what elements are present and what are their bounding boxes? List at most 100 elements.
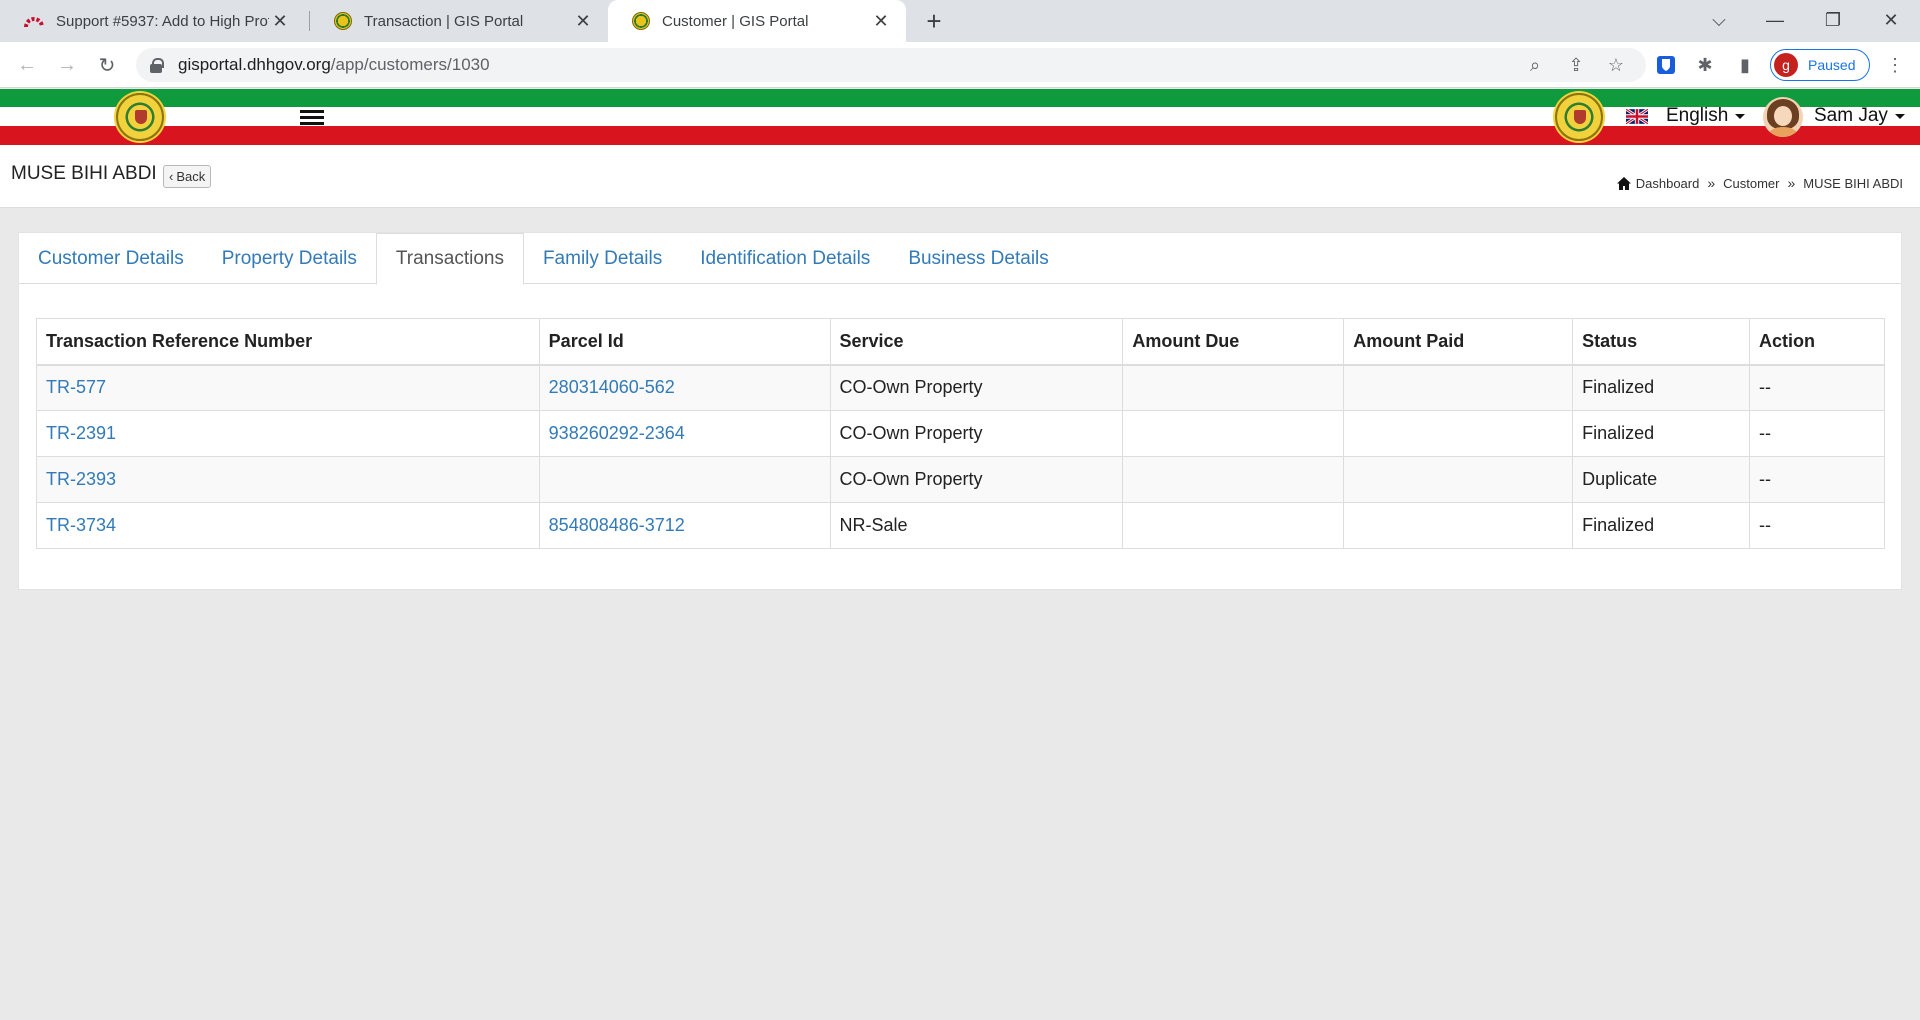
tab-identification-details[interactable]: Identification Details bbox=[681, 233, 889, 284]
browser-tab-support[interactable]: Support #5937: Add to High Prof ✕ bbox=[0, 0, 305, 42]
hamburger-menu-icon[interactable] bbox=[300, 110, 324, 126]
caret-down-icon bbox=[1735, 113, 1746, 119]
column-header: Transaction Reference Number bbox=[36, 318, 540, 366]
browser-tab-customer[interactable]: Customer | GIS Portal ✕ bbox=[608, 0, 906, 42]
bookmark-star-icon[interactable]: ☆ bbox=[1601, 50, 1631, 80]
browser-tab-title: Transaction | GIS Portal bbox=[364, 12, 524, 30]
restore-icon[interactable]: ❐ bbox=[1810, 0, 1856, 40]
breadcrumb-dashboard[interactable]: Dashboard bbox=[1636, 176, 1700, 191]
user-name: Sam Jay bbox=[1814, 105, 1888, 126]
caret-down-icon bbox=[1894, 113, 1905, 119]
uk-flag-icon bbox=[1626, 108, 1648, 124]
transaction-ref-link[interactable]: TR-2393 bbox=[46, 469, 116, 489]
redmine-icon bbox=[24, 17, 44, 28]
parcel-id-link[interactable]: 280314060-562 bbox=[549, 377, 675, 397]
table-row: TR-3734 854808486-3712 NR-Sale Finalized… bbox=[36, 502, 1885, 549]
breadcrumb-current: MUSE BIHI ABDI bbox=[1803, 175, 1903, 191]
column-header: Amount Due bbox=[1122, 318, 1345, 366]
status-cell: Finalized bbox=[1572, 364, 1750, 411]
status-cell: Duplicate bbox=[1572, 456, 1750, 503]
address-bar[interactable]: gisportal.dhhgov.org/app/customers/1030 bbox=[136, 48, 1646, 82]
flag-stripe-red bbox=[0, 126, 1920, 145]
share-icon[interactable]: ⇪ bbox=[1561, 50, 1591, 80]
table-row: TR-577 280314060-562 CO-Own Property Fin… bbox=[36, 364, 1885, 411]
browser-toolbar: ← → ↻ gisportal.dhhgov.org/app/customers… bbox=[0, 42, 1920, 88]
browser-tab-bar: Support #5937: Add to High Prof ✕ Transa… bbox=[0, 0, 1920, 42]
parcel-id-link[interactable]: 938260292-2364 bbox=[549, 423, 685, 443]
profile-button[interactable]: g Paused bbox=[1770, 49, 1870, 81]
table-cell: TR-2391 bbox=[36, 410, 540, 457]
url-path: /app/customers/1030 bbox=[330, 55, 490, 74]
customer-tabs: Customer Details Property Details Transa… bbox=[19, 233, 1901, 285]
minimize-icon[interactable]: — bbox=[1752, 0, 1798, 40]
tab-customer-details[interactable]: Customer Details bbox=[19, 233, 203, 284]
breadcrumb-separator: » bbox=[1707, 175, 1716, 191]
browser-tab-title: Support #5937: Add to High Prof bbox=[56, 12, 269, 30]
close-icon[interactable]: ✕ bbox=[572, 10, 594, 32]
table-row: TR-2393 CO-Own Property Duplicate -- bbox=[36, 456, 1885, 503]
table-cell: 854808486-3712 bbox=[538, 502, 831, 549]
column-header: Status bbox=[1572, 318, 1750, 366]
column-header: Action bbox=[1749, 318, 1885, 366]
header-seal-icon bbox=[1555, 93, 1603, 141]
language-selector[interactable]: English bbox=[1626, 105, 1746, 127]
side-panel-icon[interactable]: ▮ bbox=[1730, 50, 1760, 80]
action-cell: -- bbox=[1749, 502, 1885, 549]
language-label: English bbox=[1666, 105, 1729, 126]
amount-paid-cell bbox=[1343, 410, 1574, 457]
table-header-row: Transaction Reference Number Parcel Id S… bbox=[36, 318, 1885, 366]
tab-business-details[interactable]: Business Details bbox=[889, 233, 1067, 284]
tab-transactions[interactable]: Transactions bbox=[375, 233, 524, 285]
browser-tab-transaction[interactable]: Transaction | GIS Portal ✕ bbox=[310, 0, 608, 42]
amount-due-cell bbox=[1122, 410, 1345, 457]
transactions-table: Transaction Reference Number Parcel Id S… bbox=[36, 318, 1885, 549]
close-icon[interactable]: ✕ bbox=[269, 10, 291, 32]
breadcrumb-customer[interactable]: Customer bbox=[1723, 176, 1779, 191]
extension-bitwarden-icon[interactable] bbox=[1651, 50, 1681, 80]
window-close-icon[interactable]: ✕ bbox=[1868, 0, 1914, 40]
user-menu[interactable]: Sam Jay bbox=[1814, 105, 1905, 127]
lock-icon bbox=[150, 58, 164, 73]
amount-due-cell bbox=[1122, 502, 1345, 549]
service-cell: CO-Own Property bbox=[829, 410, 1124, 457]
profile-avatar: g bbox=[1774, 53, 1798, 77]
tab-search-chevron-icon[interactable]: ⌵ bbox=[1696, 0, 1742, 40]
browser-tab-title: Customer | GIS Portal bbox=[662, 12, 809, 30]
amount-paid-cell bbox=[1343, 502, 1574, 549]
action-cell: -- bbox=[1749, 410, 1885, 457]
tab-family-details[interactable]: Family Details bbox=[524, 233, 681, 284]
forward-arrow-icon[interactable]: → bbox=[52, 50, 82, 80]
new-tab-plus-icon[interactable]: + bbox=[920, 8, 948, 36]
gis-seal-icon bbox=[334, 12, 352, 30]
breadcrumb: Dashboard » Customer » MUSE BIHI ABDI bbox=[1616, 175, 1903, 191]
back-arrow-icon[interactable]: ← bbox=[12, 50, 42, 80]
zoom-icon[interactable]: ⌕ bbox=[1520, 50, 1550, 80]
transaction-ref-link[interactable]: TR-2391 bbox=[46, 423, 116, 443]
amount-due-cell bbox=[1122, 364, 1345, 411]
parcel-id-link[interactable]: 854808486-3712 bbox=[549, 515, 685, 535]
service-cell: NR-Sale bbox=[829, 502, 1124, 549]
chevron-left-icon: ‹ bbox=[169, 169, 174, 184]
table-row: TR-2391 938260292-2364 CO-Own Property F… bbox=[36, 410, 1885, 457]
column-header: Service bbox=[829, 318, 1124, 366]
close-icon[interactable]: ✕ bbox=[870, 10, 892, 32]
browser-menu-icon[interactable]: ⋮ bbox=[1880, 50, 1910, 80]
app-header: English Sam Jay bbox=[0, 89, 1920, 145]
extensions-puzzle-icon[interactable]: ✱ bbox=[1690, 50, 1720, 80]
breadcrumb-separator: » bbox=[1787, 175, 1796, 191]
tab-property-details[interactable]: Property Details bbox=[203, 233, 376, 284]
amount-paid-cell bbox=[1343, 456, 1574, 503]
table-cell: TR-2393 bbox=[36, 456, 540, 503]
user-avatar[interactable] bbox=[1763, 97, 1803, 137]
transaction-ref-link[interactable]: TR-3734 bbox=[46, 515, 116, 535]
table-cell: TR-3734 bbox=[36, 502, 540, 549]
reload-icon[interactable]: ↻ bbox=[92, 50, 122, 80]
column-header: Amount Paid bbox=[1343, 318, 1574, 366]
action-cell: -- bbox=[1749, 456, 1885, 503]
page-title: MUSE BIHI ABDI bbox=[11, 163, 157, 184]
transaction-ref-link[interactable]: TR-577 bbox=[46, 377, 106, 397]
gis-seal-icon bbox=[632, 12, 650, 30]
back-button[interactable]: ‹ Back bbox=[163, 165, 212, 188]
page-title-bar: MUSE BIHI ABDI ‹ Back Dashboard » Custom… bbox=[0, 145, 1920, 208]
logo-seal[interactable] bbox=[116, 93, 164, 141]
